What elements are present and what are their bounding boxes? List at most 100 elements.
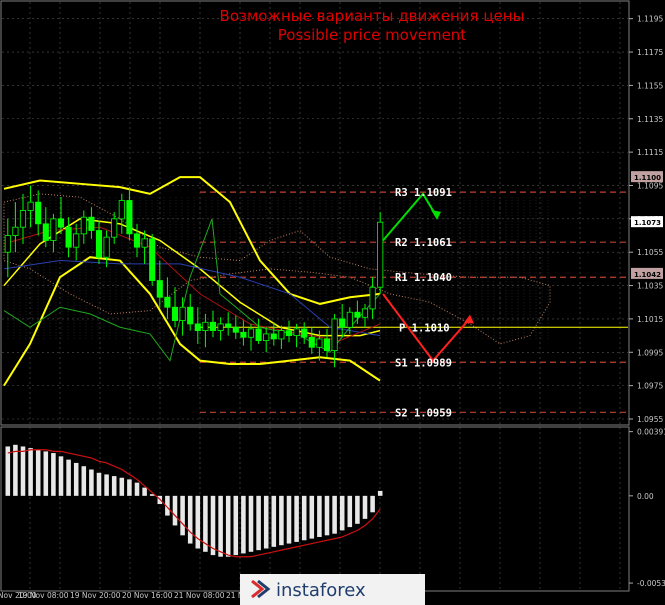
macd-bar [134, 482, 140, 496]
macd-bar [119, 477, 125, 496]
macd-bar [81, 466, 87, 496]
candle-body [331, 318, 338, 352]
level-label-r1: R1 1.1040 [395, 272, 452, 284]
candle-body [171, 306, 179, 321]
macd-bar [263, 495, 269, 549]
level-label-r2: R2 1.1061 [395, 237, 452, 249]
candle-body [293, 328, 300, 336]
candle-body [57, 218, 65, 228]
macd-bar [377, 490, 383, 496]
candle-body [377, 221, 384, 288]
macd-bar [241, 495, 246, 554]
macd-bar [256, 495, 261, 551]
candle-body [80, 216, 87, 235]
candle-body [209, 321, 217, 331]
y-tick-label: 1.1135 [637, 115, 663, 124]
macd-bar [339, 495, 345, 531]
y-tick-label: 1.1095 [637, 181, 663, 190]
y-tick-label: 1.0955 [637, 415, 663, 424]
macd-bar [187, 495, 193, 544]
macd-bar [355, 495, 360, 524]
candle-body [308, 336, 315, 348]
candle-body [141, 238, 148, 248]
candle-body [323, 338, 331, 352]
y-tick-label: 1.1015 [637, 315, 663, 324]
y-tick-label: 1.0975 [637, 382, 663, 391]
macd-bar [279, 495, 284, 546]
candle-body [346, 311, 353, 328]
candle-body [263, 333, 270, 342]
candle-body [285, 330, 293, 336]
macd-bar [96, 472, 102, 496]
macd-bar [248, 495, 254, 552]
macd-bar [66, 459, 71, 496]
chart-title-en: Possible price movement [278, 26, 467, 44]
candle-body [65, 226, 72, 248]
candle-body [278, 330, 285, 340]
candle-body [369, 286, 376, 310]
macd-tick-label: 0.00391 [637, 428, 665, 437]
macd-bar [362, 495, 368, 519]
candle-body [27, 201, 34, 211]
y-tick-label: 1.1155 [637, 81, 663, 90]
candle-body [316, 338, 323, 348]
macd-bar [233, 495, 239, 556]
candle-body [50, 218, 57, 241]
level-label-p: P 1.1010 [399, 322, 450, 334]
y-tick-label: 1.1195 [637, 15, 663, 24]
candle-body [164, 296, 171, 308]
macd-bar [210, 495, 216, 556]
candle-body [19, 210, 27, 228]
macd-bar [180, 495, 185, 536]
macd-bar [271, 495, 277, 547]
macd-bar [58, 456, 64, 496]
macd-bar [104, 474, 109, 496]
level-label-r3: R3 1.1091 [395, 187, 452, 199]
macd-bar [20, 446, 26, 496]
candle-body [118, 200, 125, 220]
price-badge-marked: 1.1100 [634, 174, 661, 182]
logo-text: instaforex [276, 580, 366, 601]
macd-tick-label: 0.00 [637, 492, 654, 501]
candle-body [73, 233, 80, 248]
candle-body [354, 311, 361, 318]
macd-bar [127, 479, 132, 496]
x-tick-label: 21 Nov 08:00 [174, 591, 225, 600]
candle-body [12, 226, 19, 236]
y-tick-label: 1.1055 [637, 248, 663, 257]
candle-body [225, 323, 232, 328]
candle-body [149, 238, 156, 281]
y-tick-label: 1.1115 [637, 148, 663, 157]
macd-bar [73, 462, 79, 496]
macd-bar [43, 451, 49, 496]
level-label-s2: S2 1.0959 [395, 407, 452, 419]
candle-body [202, 321, 209, 331]
x-tick-label: 20 Nov 16:00 [122, 591, 173, 600]
candle-body [301, 328, 308, 338]
candle-body [35, 201, 42, 225]
macd-bar [225, 495, 231, 557]
x-tick-label: 19 Nov 08:00 [18, 591, 69, 600]
candle-body [247, 328, 255, 338]
macd-bar [218, 495, 223, 557]
candle-body [255, 328, 262, 342]
candle-body [232, 326, 239, 333]
macd-bar [370, 495, 375, 513]
candle-body [95, 230, 103, 258]
macd-bar [51, 453, 56, 496]
candle-body [88, 216, 95, 231]
candle-body [126, 200, 133, 235]
macd-pane-frame [0, 426, 630, 592]
macd-bar [35, 449, 41, 496]
price-badge-current: 1.1073 [634, 219, 661, 227]
price-chart: 1.1195 1.1175 1.1155 1.1135 1.1115 1.1095 1.10… [0, 0, 665, 605]
candle-body [240, 331, 247, 338]
macd-bar [301, 495, 307, 541]
macd-bar [286, 495, 292, 544]
macd-bar [89, 469, 94, 496]
x-tick-label: 19 Nov 20:00 [70, 591, 121, 600]
macd-bar [13, 444, 18, 496]
macd-bar [317, 495, 322, 537]
candle-body [194, 323, 201, 331]
macd-bar [172, 495, 178, 526]
